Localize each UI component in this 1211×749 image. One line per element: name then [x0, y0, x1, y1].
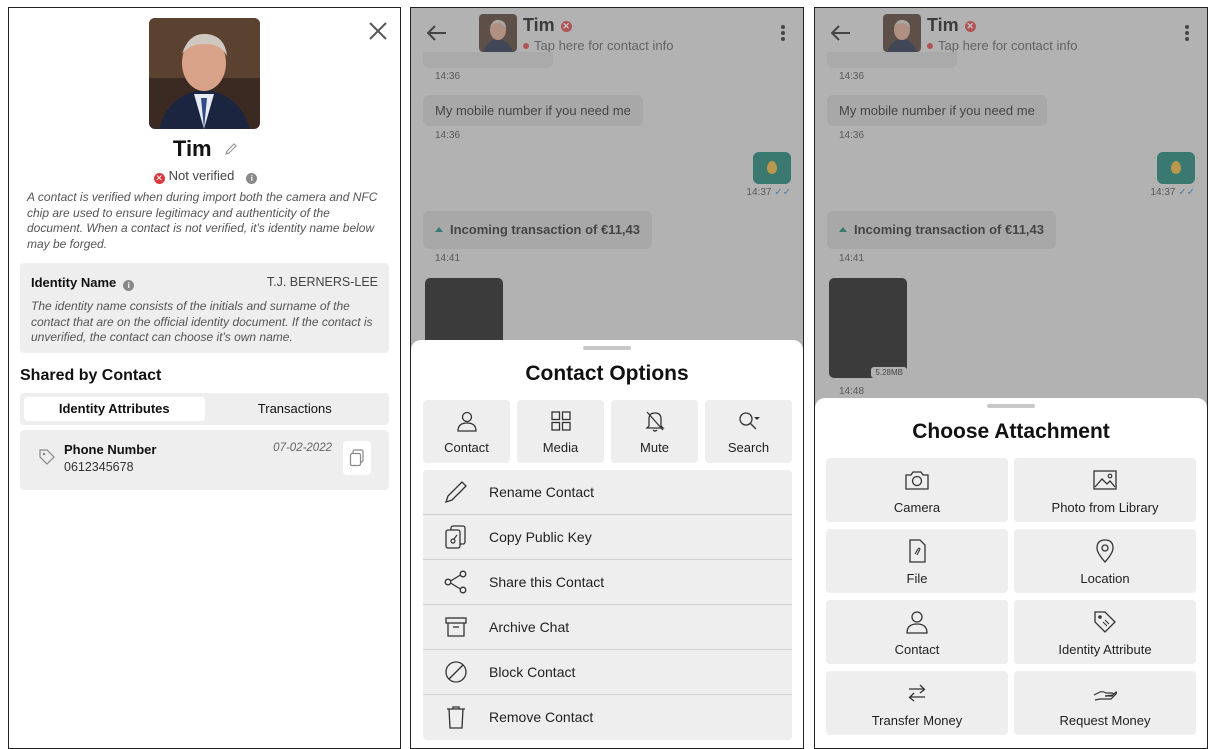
tile-label: Camera: [893, 500, 941, 515]
tile-label: Search: [727, 440, 770, 455]
tag-icon: [39, 449, 55, 465]
tile-label: Photo from Library: [1051, 500, 1159, 515]
sheet-title: Contact Options: [525, 362, 689, 385]
attribute-name: Phone Number: [64, 442, 157, 457]
row-label: Share this Contact: [489, 574, 605, 590]
verification-label: Not verified: [168, 168, 235, 183]
archive-chat-row[interactable]: Archive Chat: [423, 605, 792, 650]
location-tile[interactable]: Location: [1014, 529, 1196, 593]
grid-icon: [550, 411, 571, 431]
row-label: Block Contact: [489, 664, 576, 680]
chat-attachment-screen: Tim ✕ Tap here for contact info 14:36 My …: [814, 7, 1208, 749]
tile-label: Identity Attribute: [1058, 642, 1152, 657]
quick-actions: Contact Media Mute Search: [423, 400, 792, 463]
mute-tile[interactable]: Mute: [611, 400, 698, 463]
remove-contact-row[interactable]: Remove Contact: [423, 695, 792, 740]
tab-identity-attributes[interactable]: Identity Attributes: [24, 397, 205, 421]
sheet-handle[interactable]: [987, 404, 1035, 408]
row-label: Rename Contact: [489, 484, 595, 500]
media-tile[interactable]: Media: [517, 400, 604, 463]
verification-status: ✕ Not verified i: [9, 168, 400, 184]
search-tile[interactable]: Search: [705, 400, 792, 463]
pencil-icon: [444, 481, 467, 504]
location-pin-icon: [1096, 539, 1114, 563]
attribute-card[interactable]: Phone Number 0612345678 07-02-2022: [20, 430, 389, 490]
tile-label: Contact: [444, 440, 489, 455]
contact-options-sheet: Contact Options Contact Media Mute Searc…: [411, 340, 803, 748]
tile-label: Location: [1080, 571, 1130, 586]
copy-public-key-row[interactable]: Copy Public Key: [423, 515, 792, 560]
trash-icon: [447, 706, 465, 729]
attachment-options: Camera Photo from Library File Location …: [826, 458, 1196, 735]
verification-description: A contact is verified when during import…: [27, 190, 378, 251]
key-copy-icon: [445, 525, 466, 549]
identity-name-card: Identity Name i T.J. BERNERS-LEE The iden…: [20, 263, 389, 353]
info-icon[interactable]: i: [246, 173, 258, 184]
tile-label: Request Money: [1059, 713, 1151, 728]
copy-button[interactable]: [343, 441, 371, 475]
tile-label: Contact: [894, 642, 940, 657]
camera-tile[interactable]: Camera: [826, 458, 1008, 522]
attribute-date: 07-02-2022: [273, 442, 332, 454]
archive-icon: [445, 617, 467, 637]
share-contact-row[interactable]: Share this Contact: [423, 560, 792, 605]
shared-by-contact-heading: Shared by Contact: [20, 367, 162, 384]
person-icon: [906, 611, 928, 634]
share-icon: [444, 570, 467, 594]
block-contact-row[interactable]: Block Contact: [423, 650, 792, 695]
transfer-money-tile[interactable]: Transfer Money: [826, 671, 1008, 735]
tile-label: Mute: [640, 440, 669, 455]
identity-attribute-tile[interactable]: Identity Attribute: [1014, 600, 1196, 664]
row-label: Remove Contact: [489, 709, 594, 725]
transfer-arrows-icon: [908, 684, 926, 702]
bell-off-icon: [644, 411, 665, 432]
contact-tile[interactable]: Contact: [826, 600, 1008, 664]
contact-tile[interactable]: Contact: [423, 400, 510, 463]
hand-money-icon: [1093, 691, 1118, 701]
chat-contact-options-screen: Tim ✕ Tap here for contact info 14:36 My …: [410, 7, 804, 749]
block-icon: [445, 661, 467, 683]
file-tile[interactable]: File: [826, 529, 1008, 593]
camera-icon: [905, 471, 929, 490]
rename-contact-row[interactable]: Rename Contact: [423, 470, 792, 515]
attachment-sheet: Choose Attachment Camera Photo from Libr…: [815, 398, 1207, 748]
image-icon: [1093, 470, 1117, 490]
options-list: Rename Contact Copy Public Key Share thi…: [423, 470, 792, 740]
tile-label: Transfer Money: [871, 713, 963, 728]
info-icon[interactable]: i: [123, 280, 135, 291]
tag-icon: [1094, 611, 1116, 633]
contact-profile-screen: Tim ✕ Not verified i A contact is verified…: [8, 7, 401, 749]
tab-transactions[interactable]: Transactions: [205, 397, 386, 421]
sheet-title: Choose Attachment: [912, 420, 1110, 443]
unverified-icon: ✕: [153, 173, 165, 184]
request-money-tile[interactable]: Request Money: [1014, 671, 1196, 735]
close-icon[interactable]: [367, 20, 389, 42]
search-icon: [738, 412, 760, 430]
file-icon: [909, 539, 926, 563]
identity-name-description: The identity name consists of the initia…: [31, 299, 373, 344]
shared-tabs: Identity Attributes Transactions: [20, 393, 389, 425]
copy-icon: [349, 449, 364, 467]
identity-name-label: Identity Name: [31, 275, 117, 290]
identity-name-value: T.J. BERNERS-LEE: [266, 275, 378, 289]
person-icon: [456, 411, 477, 432]
avatar: [149, 18, 260, 129]
tile-label: Media: [542, 440, 579, 455]
sheet-handle[interactable]: [583, 346, 631, 350]
photo-library-tile[interactable]: Photo from Library: [1014, 458, 1196, 522]
attribute-value: 0612345678: [64, 460, 134, 474]
tile-label: File: [906, 571, 928, 586]
contact-name: Tim: [172, 136, 212, 161]
row-label: Archive Chat: [489, 619, 570, 635]
row-label: Copy Public Key: [489, 529, 592, 545]
edit-pencil-icon[interactable]: [224, 142, 238, 156]
